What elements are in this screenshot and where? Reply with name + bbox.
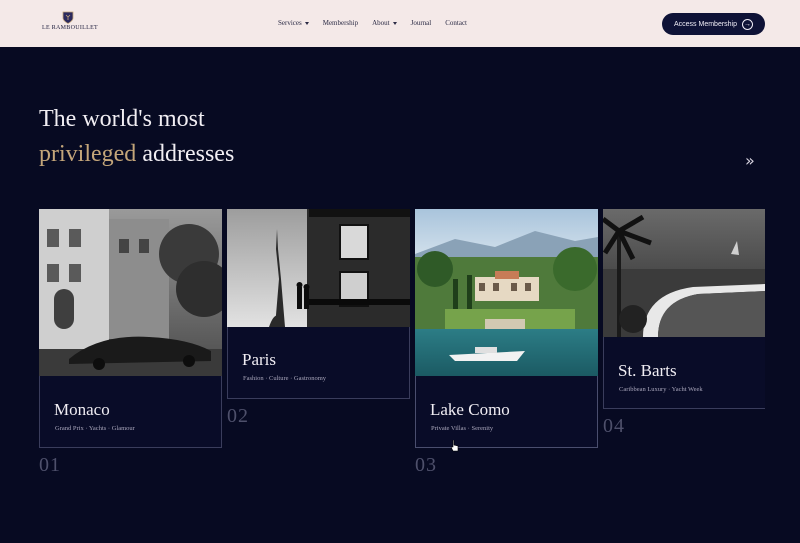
headline-line-2: addresses xyxy=(136,141,235,167)
chevron-down-icon xyxy=(392,21,397,25)
destination-card-monaco[interactable]: Monaco Grand Prix · Yachts · Glamour 01 xyxy=(39,209,222,479)
nav-item-membership[interactable]: Membership xyxy=(323,19,358,27)
headline-line-1: The world's most xyxy=(39,106,205,132)
card-number: 02 xyxy=(227,405,249,427)
site-header: LE RAMBOUILLET Services Membership About… xyxy=(0,0,800,47)
destination-card-st-barts[interactable]: St. Barts Caribbean Luxury · Yacht Week … xyxy=(603,209,765,441)
card-number: 03 xyxy=(415,454,437,476)
paris-card-body: Paris Fashion · Culture · Gastronomy xyxy=(227,327,410,399)
st-barts-card-body: St. Barts Caribbean Luxury · Yacht Week xyxy=(603,337,765,409)
access-membership-button[interactable]: Access Membership → xyxy=(662,13,765,35)
main-nav: Services Membership About Journal Contac… xyxy=(278,19,481,27)
logo-text: LE RAMBOUILLET xyxy=(42,25,99,31)
card-number: 01 xyxy=(39,454,61,476)
chevron-down-icon xyxy=(304,21,309,25)
nav-item-about[interactable]: About xyxy=(372,19,397,27)
paris-image xyxy=(227,209,410,327)
lake-como-image xyxy=(415,209,598,376)
card-title: Monaco xyxy=(54,400,110,419)
headline-accent: privileged xyxy=(39,141,137,167)
cta-label: Access Membership xyxy=(673,20,738,28)
logo[interactable]: LE RAMBOUILLET xyxy=(42,11,99,37)
st-barts-image xyxy=(603,209,765,337)
card-title: Paris xyxy=(242,350,276,369)
lake-como-card-body: Lake Como Private Villas · Serenity xyxy=(415,376,598,448)
card-title: St. Barts xyxy=(618,361,677,380)
pointer-cursor-icon xyxy=(451,440,459,452)
destination-card-paris[interactable]: Paris Fashion · Culture · Gastronomy 02 xyxy=(227,209,410,429)
nav-item-journal[interactable]: Journal xyxy=(411,19,432,27)
crest-icon xyxy=(62,11,74,24)
card-tags: Private Villas · Serenity xyxy=(431,425,494,432)
destination-card-lake-como[interactable]: Lake Como Private Villas · Serenity 03 xyxy=(415,209,598,479)
nav-item-contact[interactable]: Contact xyxy=(445,19,467,27)
card-number: 04 xyxy=(603,415,625,437)
double-chevron-right-icon[interactable]: » xyxy=(745,151,755,171)
arrow-right-circle-icon: → xyxy=(742,18,754,30)
card-tags: Grand Prix · Yachts · Glamour xyxy=(55,425,135,432)
monaco-image xyxy=(39,209,222,376)
card-tags: Fashion · Culture · Gastronomy xyxy=(243,375,327,382)
card-tags: Caribbean Luxury · Yacht Week xyxy=(619,386,703,393)
nav-item-services[interactable]: Services xyxy=(278,19,309,27)
card-title: Lake Como xyxy=(430,400,510,419)
section-headline: The world's most privileged addresses xyxy=(39,102,234,172)
monaco-card-body: Monaco Grand Prix · Yachts · Glamour xyxy=(39,376,222,448)
